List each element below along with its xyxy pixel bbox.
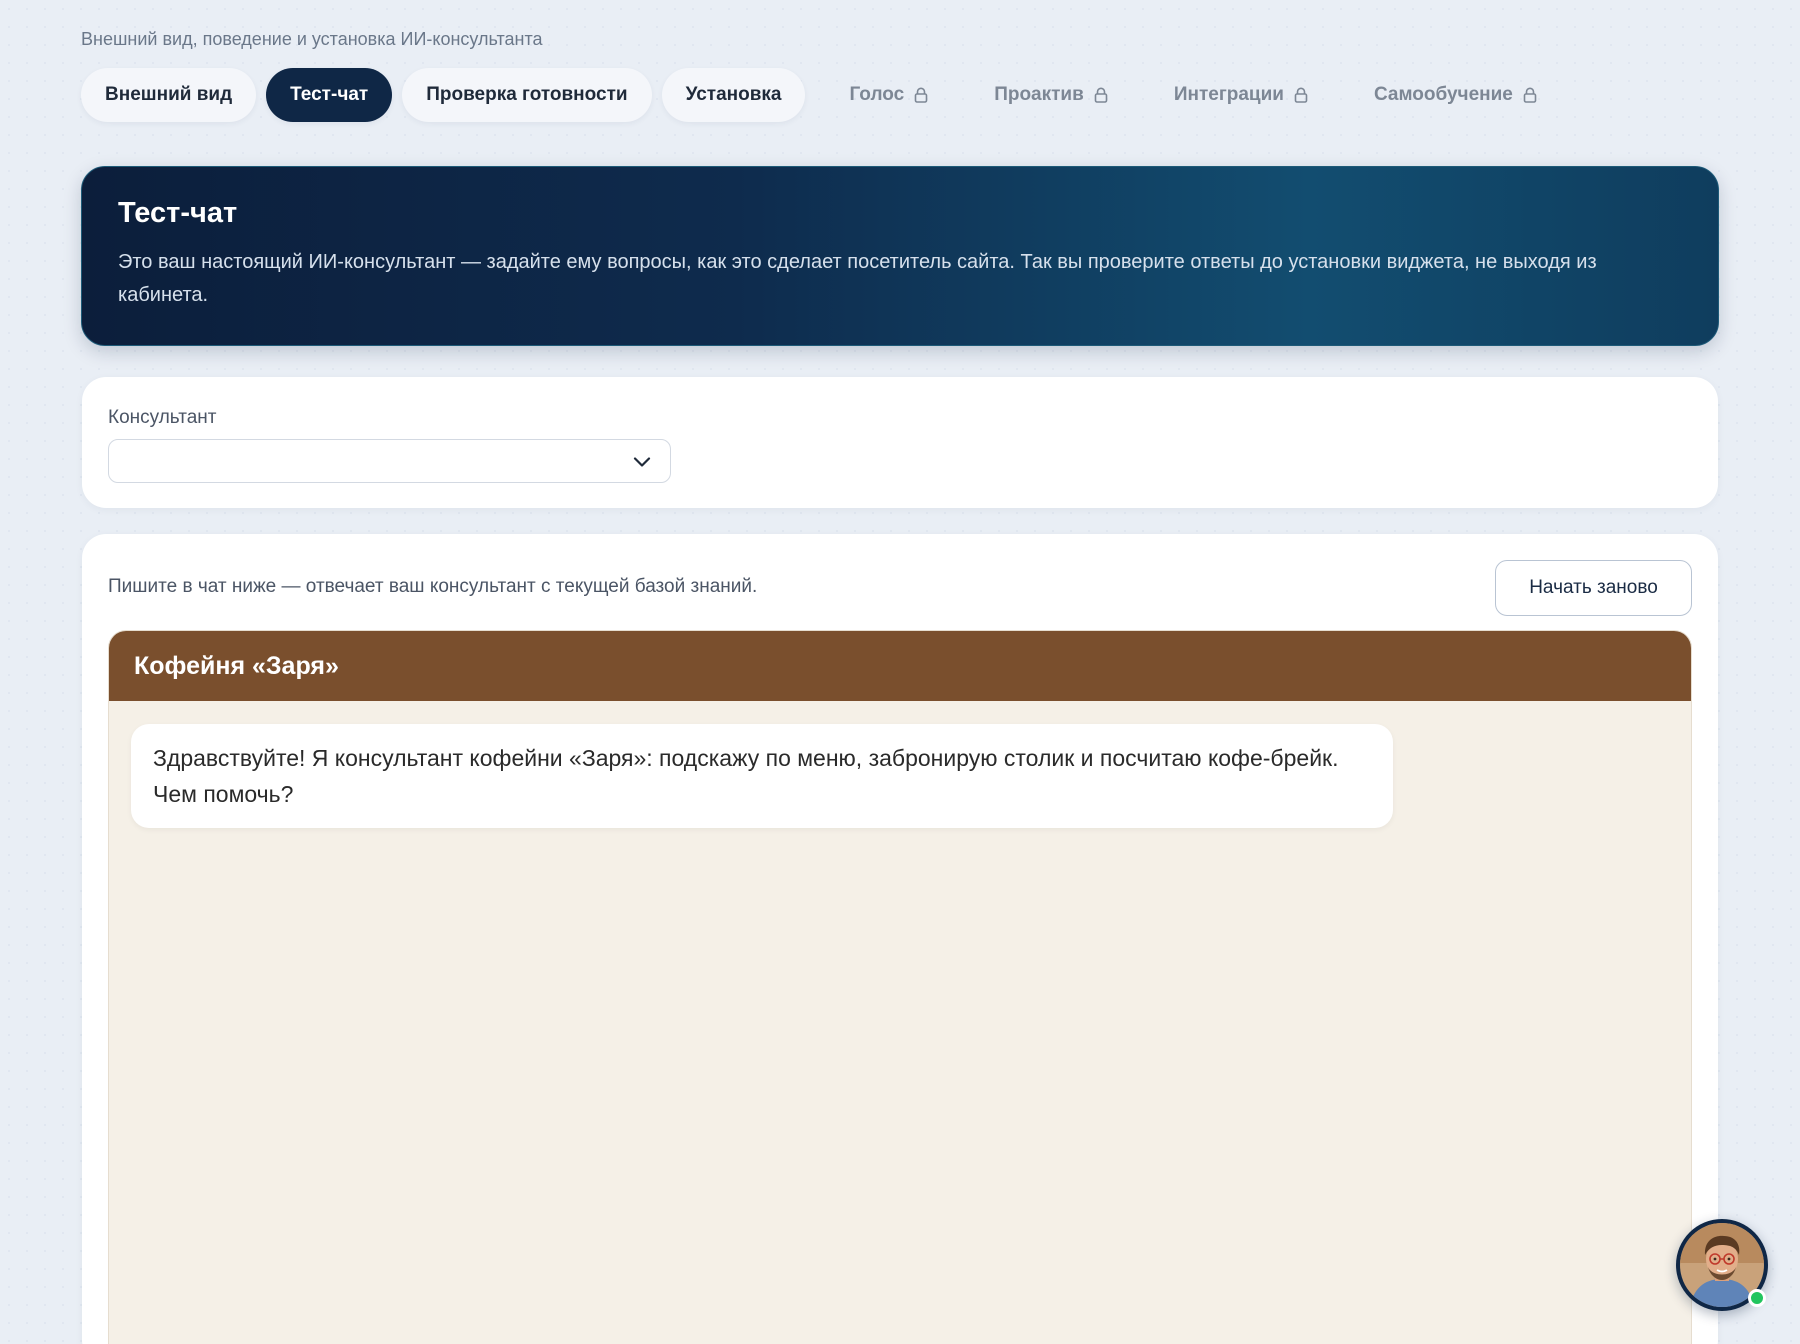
page-subtitle: Внешний вид, поведение и установка ИИ-ко… (81, 29, 543, 49)
tab-label: Внешний вид (105, 84, 233, 105)
banner-text: Это ваш настоящий ИИ-консультант — задай… (118, 251, 1597, 306)
lock-icon (1523, 87, 1537, 103)
chat-hint: Пишите в чат ниже — отвечает ваш консуль… (108, 576, 758, 597)
tab-label: Установка (685, 84, 782, 105)
consultant-avatar-launcher[interactable] (1676, 1219, 1768, 1311)
tab-self-learning[interactable]: Самообучение (1350, 68, 1559, 122)
tab-voice[interactable]: Голос (825, 68, 950, 122)
tab-integrations[interactable]: Интеграции (1150, 68, 1330, 122)
tab-label: Тест-чат (290, 84, 369, 105)
tab-proactive[interactable]: Проактив (970, 68, 1130, 122)
consultant-select[interactable] (108, 439, 671, 483)
consultant-label: Консультант (108, 407, 217, 428)
tab-installation[interactable]: Установка (661, 68, 806, 122)
tab-label: Проверка готовности (426, 84, 628, 105)
bot-message-bubble: Здравствуйте! Я консультант кофейни «Зар… (131, 724, 1393, 828)
tab-readiness-check[interactable]: Проверка готовности (402, 68, 652, 122)
online-status-dot (1748, 1289, 1766, 1307)
test-chat-card: Пишите в чат ниже — отвечает ваш консуль… (82, 534, 1718, 1344)
chevron-down-icon (633, 457, 651, 467)
tab-label: Самообучение (1373, 84, 1513, 105)
restart-button[interactable]: Начать заново (1495, 560, 1692, 616)
intro-banner: Тест-чат Это ваш настоящий ИИ-консультан… (81, 166, 1719, 346)
lock-icon (914, 87, 928, 103)
banner-title: Тест-чат (118, 197, 238, 229)
tab-appearance[interactable]: Внешний вид (81, 68, 257, 122)
consultant-card: Консультант (82, 377, 1718, 508)
tab-label: Интеграции (1173, 84, 1284, 105)
tab-test-chat[interactable]: Тест-чат (266, 68, 393, 122)
tab-label: Голос (849, 84, 905, 105)
lock-icon (1294, 87, 1308, 103)
tab-label: Проактив (994, 84, 1084, 105)
widget-header: Кофейня «Заря» (109, 631, 1691, 701)
chat-widget-preview: Кофейня «Заря» Здравствуйте! Я консульта… (108, 630, 1692, 1344)
lock-icon (1094, 87, 1108, 103)
tab-bar: Внешний вид Тест-чат Проверка готовности… (81, 68, 1559, 122)
widget-title: Кофейня «Заря» (134, 651, 339, 680)
